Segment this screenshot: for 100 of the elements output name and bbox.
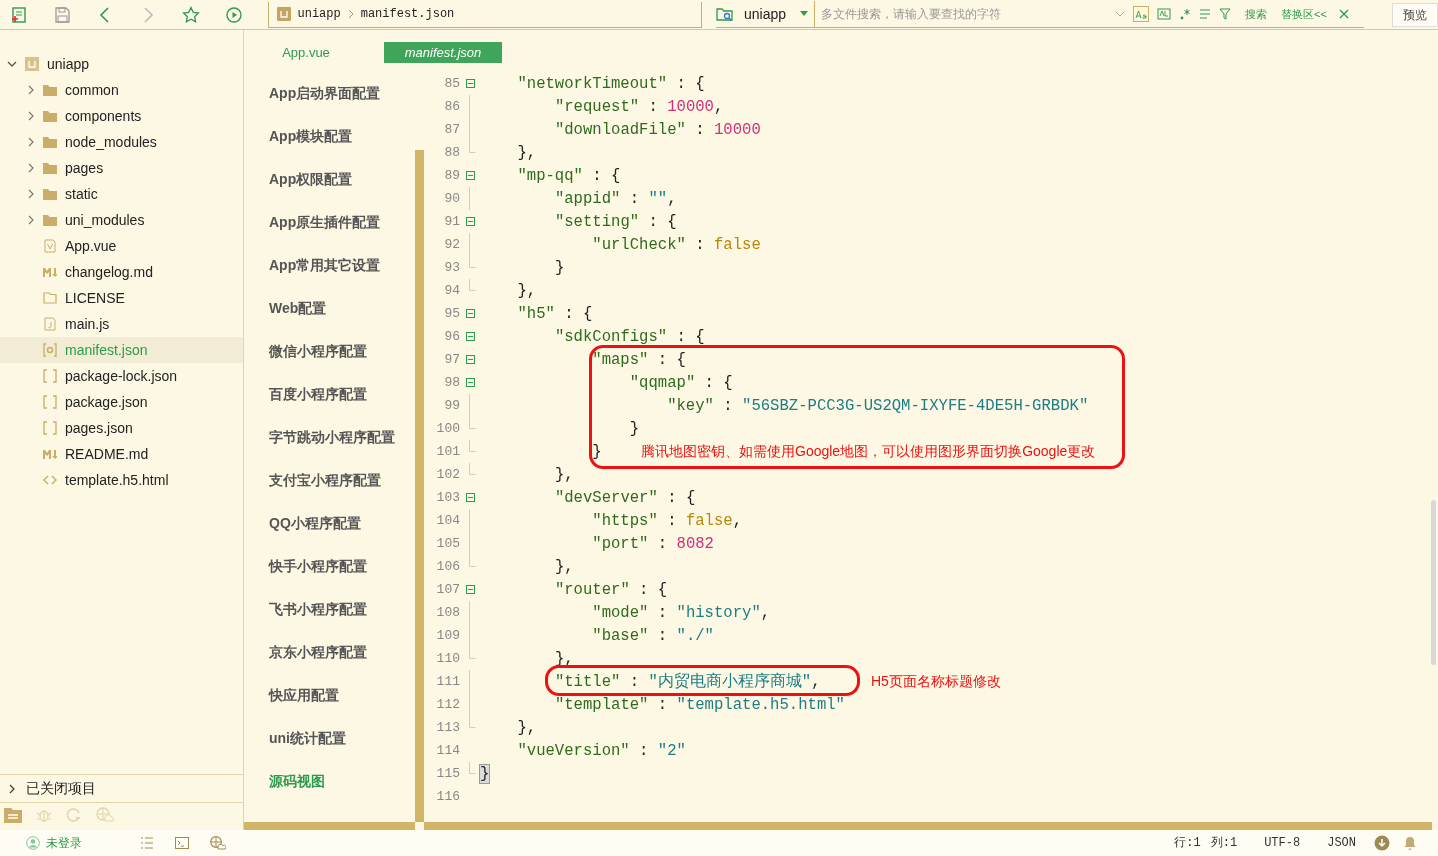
line-number: 91 (443, 212, 460, 231)
chevron-right-icon (346, 8, 355, 20)
replace-toggle-button[interactable]: 替换区<< (1281, 5, 1327, 23)
preview-button[interactable]: 预览 (1392, 2, 1438, 27)
scrollbar-thumb[interactable] (415, 150, 424, 822)
line-number: 108 (435, 603, 460, 622)
tree-item[interactable]: LICENSE (0, 285, 243, 311)
globe-cloud-icon[interactable] (210, 836, 226, 850)
new-file-icon[interactable] (10, 5, 28, 24)
save-icon[interactable] (53, 5, 71, 24)
tree-item[interactable]: README.md (0, 441, 243, 467)
config-nav-item[interactable]: Web配置 (269, 287, 415, 330)
code-line: "key" : "56SBZ-PCC3G-US2QM-IXYFE-4DE5H-GRBDK" (667, 397, 1089, 414)
config-nav-item[interactable]: 快应用配置 (269, 674, 415, 717)
config-nav-item[interactable]: uni统计配置 (269, 717, 415, 760)
code-line: "https" : false, (592, 512, 743, 529)
lines-icon[interactable] (1199, 8, 1212, 20)
match-case-icon[interactable] (1133, 6, 1150, 22)
tree-item[interactable]: package-lock.json (0, 363, 243, 389)
breadcrumb-item[interactable]: uniapp (297, 5, 341, 23)
config-nav-item[interactable]: App权限配置 (269, 158, 415, 201)
config-nav-item[interactable]: 微信小程序配置 (269, 330, 415, 373)
markdown-icon (43, 447, 57, 461)
tree-item[interactable]: template.h5.html (0, 467, 243, 493)
encoding-indicator[interactable]: UTF-8 (1264, 834, 1301, 852)
line-number: 116 (435, 787, 460, 806)
folder-search-icon[interactable] (716, 6, 735, 22)
config-nav-item[interactable]: 支付宝小程序配置 (269, 459, 415, 502)
folder-icon (43, 187, 57, 201)
fold-icon[interactable] (465, 79, 475, 88)
login-status[interactable]: 未登录 (0, 834, 140, 852)
download-icon[interactable] (1374, 835, 1390, 851)
terminal-icon[interactable] (175, 837, 189, 849)
closed-projects-item[interactable]: 已关闭项目 (0, 774, 243, 803)
config-nav-item[interactable]: 飞书小程序配置 (269, 588, 415, 631)
tree-item[interactable]: uni_modules (0, 207, 243, 233)
fold-icon[interactable] (465, 493, 475, 502)
brackets-icon (43, 421, 57, 435)
folder-icon (43, 109, 57, 123)
run-icon[interactable] (225, 5, 243, 24)
tree-item[interactable]: uniapp (0, 51, 243, 77)
config-nav-item[interactable]: App模块配置 (269, 115, 415, 158)
cursor-column[interactable]: 列:1 (1210, 834, 1238, 852)
fold-icon[interactable] (465, 171, 475, 180)
scrollbar-thumb[interactable] (1431, 500, 1436, 665)
config-nav-item[interactable]: 百度小程序配置 (269, 373, 415, 416)
file-icon (43, 291, 57, 305)
line-number: 113 (435, 718, 460, 737)
cursor-line[interactable]: 行:1 (1174, 834, 1201, 852)
fold-icon[interactable] (465, 217, 475, 226)
scrollbar-thumb[interactable] (244, 822, 415, 830)
fold-icon[interactable] (465, 378, 475, 387)
tree-item[interactable]: common (0, 77, 243, 103)
fold-icon[interactable] (465, 355, 475, 364)
search-field[interactable]: 多文件搜索，请输入要查找的字符 (821, 5, 1112, 23)
code-line: "maps" : { (592, 351, 686, 368)
config-nav-item[interactable]: App启动界面配置 (269, 72, 415, 115)
folder-icon (43, 161, 57, 175)
annotation-text: H5页面名称标题修改 (871, 672, 1001, 691)
tree-item[interactable]: node_modules (0, 129, 243, 155)
bell-icon[interactable] (1404, 836, 1416, 850)
scrollbar-thumb[interactable] (424, 822, 1432, 830)
tree-item[interactable]: changelog.md (0, 259, 243, 285)
code-line: "vueVersion" : "2" (517, 742, 686, 759)
config-nav-item[interactable]: App原生插件配置 (269, 201, 415, 244)
config-nav-item[interactable]: QQ小程序配置 (269, 502, 415, 545)
folder-tab-icon[interactable] (4, 807, 22, 823)
config-nav-item[interactable]: 京东小程序配置 (269, 631, 415, 674)
tree-item[interactable]: package.json (0, 389, 243, 415)
tree-item[interactable]: components (0, 103, 243, 129)
search-button[interactable]: 搜索 (1245, 5, 1268, 23)
fold-icon[interactable] (465, 332, 475, 341)
code-line: "setting" : { (554, 213, 677, 230)
scope-dropdown[interactable]: uniapp (744, 1, 816, 27)
regex-icon[interactable] (1179, 8, 1192, 20)
tree-item[interactable]: pages (0, 155, 243, 181)
fold-icon[interactable] (465, 585, 475, 594)
fold-icon[interactable] (465, 309, 475, 318)
language-indicator[interactable]: JSON (1327, 834, 1356, 852)
filter-icon[interactable] (1219, 8, 1232, 20)
star-icon[interactable] (182, 5, 200, 24)
code-line: }, (554, 466, 574, 483)
config-nav-item[interactable]: App常用其它设置 (269, 244, 415, 287)
code-line: "mp-qq" : { (517, 167, 621, 184)
chevron-down-icon[interactable] (7, 59, 17, 69)
tree-item[interactable]: main.js (0, 311, 243, 337)
config-nav-item[interactable]: 快手小程序配置 (269, 545, 415, 588)
close-icon[interactable] (1338, 9, 1349, 19)
tree-item[interactable]: static (0, 181, 243, 207)
user-icon (26, 836, 40, 850)
list-icon[interactable] (140, 837, 154, 849)
breadcrumb-item[interactable]: manifest.json (360, 5, 455, 23)
line-number: 104 (435, 511, 460, 530)
line-number: 100 (435, 419, 460, 438)
config-nav-item[interactable]: 字节跳动小程序配置 (269, 416, 415, 459)
tree-item[interactable]: App.vue (0, 233, 243, 259)
tree-item[interactable]: pages.json (0, 415, 243, 441)
line-number: 107 (435, 580, 460, 599)
code-line: "devServer" : { (554, 489, 696, 506)
whole-word-icon[interactable] (1157, 7, 1172, 21)
